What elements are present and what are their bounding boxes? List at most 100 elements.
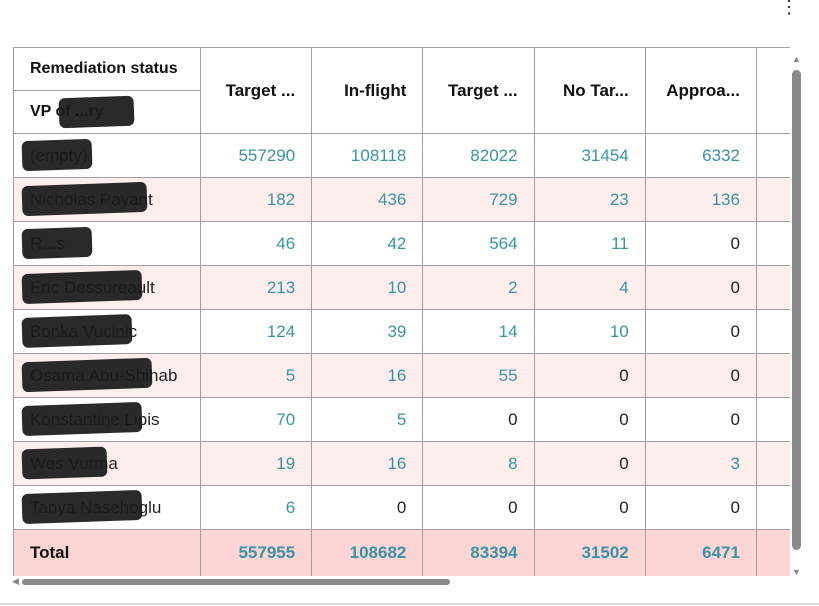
table-cell[interactable]: 70 <box>199 397 313 442</box>
table-cell[interactable]: 42 <box>311 221 424 266</box>
table-cell[interactable]: 7 <box>755 133 790 178</box>
row-label: Wes Vurma <box>13 441 201 486</box>
vertical-scrollbar[interactable] <box>792 70 801 550</box>
table-cell <box>755 441 790 486</box>
column-header[interactable]: Target ... <box>199 47 313 134</box>
scroll-up-icon[interactable]: ▲ <box>792 54 801 64</box>
table-cell: 0 <box>644 265 757 310</box>
table-cell[interactable]: 16 <box>311 353 424 398</box>
table-cell[interactable]: 11 <box>533 221 646 266</box>
table-cell[interactable]: 39 <box>311 309 424 354</box>
table-cell[interactable]: 5 <box>199 353 313 398</box>
table-cell[interactable]: 31454 <box>533 133 646 178</box>
table-cell <box>755 309 790 354</box>
table-cell <box>755 221 790 266</box>
total-cell[interactable]: 31502 <box>533 529 646 576</box>
table-cell[interactable]: 8 <box>422 441 535 486</box>
total-cell[interactable]: 6471 <box>644 529 757 576</box>
redaction-mark <box>21 446 108 480</box>
table-cell[interactable]: 23 <box>533 177 646 222</box>
table-cell[interactable]: 729 <box>422 177 535 222</box>
redaction-mark <box>21 269 143 305</box>
row-label: Tanya Nasehoglu <box>13 485 201 530</box>
table-cell: 0 <box>422 397 535 442</box>
row-header-vp: VP of ...ry <box>13 90 201 134</box>
table-cell <box>755 265 790 310</box>
table-row: Osama Abu-Shihab5165500 <box>13 353 790 398</box>
table-cell[interactable]: 82022 <box>422 133 535 178</box>
table-cell <box>755 397 790 442</box>
table-row: Bonka Vucinic1243914100 <box>13 309 790 354</box>
scroll-left-icon[interactable]: ◀ <box>12 576 19 587</box>
table-row: Wes Vurma1916803 <box>13 441 790 486</box>
table-cell[interactable]: 14 <box>422 309 535 354</box>
column-header[interactable]: Approa... <box>644 47 757 134</box>
row-label: (empty) <box>13 133 201 178</box>
table-cell[interactable]: 6 <box>199 485 313 530</box>
table-cell: 0 <box>644 397 757 442</box>
table-row: (empty)557290108118820223145463327 <box>13 133 790 178</box>
table-cell: 0 <box>533 485 646 530</box>
column-header[interactable]: Target ... <box>422 47 535 134</box>
divider <box>0 603 819 605</box>
table-cell[interactable]: 55 <box>422 353 535 398</box>
table-cell[interactable]: 10 <box>311 265 424 310</box>
table-cell[interactable]: 564 <box>422 221 535 266</box>
table-cell[interactable]: 213 <box>199 265 313 310</box>
table-cell: 0 <box>533 353 646 398</box>
redaction-mark <box>21 314 133 348</box>
redaction-mark <box>21 489 143 525</box>
redaction-mark <box>21 226 93 260</box>
table-cell <box>755 485 790 530</box>
horizontal-scrollbar[interactable] <box>22 579 450 585</box>
pivot-table: Remediation status Target ... In-flight Tar… <box>13 47 790 576</box>
total-cell[interactable]: 7 <box>755 529 790 576</box>
table-cell[interactable]: 182 <box>199 177 313 222</box>
table-row: Eric Dessureault21310240 <box>13 265 790 310</box>
table-cell: 0 <box>644 353 757 398</box>
table-cell[interactable]: 557290 <box>199 133 313 178</box>
table-cell[interactable]: 5 <box>311 397 424 442</box>
total-label: Total <box>13 529 201 576</box>
table-cell[interactable]: 10 <box>533 309 646 354</box>
total-row: Total557955108682833943150264717 <box>13 529 790 576</box>
table-cell[interactable]: 124 <box>199 309 313 354</box>
table-cell[interactable]: 436 <box>311 177 424 222</box>
scroll-down-icon[interactable]: ▼ <box>792 567 801 577</box>
table-row: Nicholas Payant18243672923136 <box>13 177 790 222</box>
row-label: Osama Abu-Shihab <box>13 353 201 398</box>
table-cell[interactable]: 19 <box>199 441 313 486</box>
table-cell <box>755 177 790 222</box>
total-cell[interactable]: 108682 <box>311 529 424 576</box>
table-cell[interactable]: 136 <box>644 177 757 222</box>
table-row: R...s4642564110 <box>13 221 790 266</box>
more-options-icon[interactable]: ⋮ <box>780 0 798 20</box>
table-cell[interactable]: 2 <box>422 265 535 310</box>
row-label: Bonka Vucinic <box>13 309 201 354</box>
table-cell[interactable]: 16 <box>311 441 424 486</box>
total-cell[interactable]: 83394 <box>422 529 535 576</box>
table-cell <box>755 353 790 398</box>
table-cell[interactable]: 4 <box>533 265 646 310</box>
column-header-remediation-status: Remediation status <box>13 47 201 91</box>
table-cell[interactable]: 46 <box>199 221 313 266</box>
table-cell: 0 <box>644 485 757 530</box>
total-cell[interactable]: 557955 <box>199 529 313 576</box>
column-header[interactable]: Tot <box>755 47 790 134</box>
table-cell[interactable]: 108118 <box>311 133 424 178</box>
table-cell: 0 <box>422 485 535 530</box>
redaction-mark <box>21 138 93 172</box>
row-label: R...s <box>13 221 201 266</box>
table-cell: 0 <box>311 485 424 530</box>
row-label: Konstantine Lipis <box>13 397 201 442</box>
pivot-table-container: Remediation status Target ... In-flight Tar… <box>13 47 790 576</box>
redaction-mark <box>21 181 148 217</box>
column-header[interactable]: No Tar... <box>533 47 646 134</box>
table-cell: 0 <box>644 309 757 354</box>
row-label: Eric Dessureault <box>13 265 201 310</box>
table-cell[interactable]: 6332 <box>644 133 757 178</box>
table-cell[interactable]: 3 <box>644 441 757 486</box>
table-row: Konstantine Lipis705000 <box>13 397 790 442</box>
redaction-mark <box>21 401 143 437</box>
column-header[interactable]: In-flight <box>311 47 424 134</box>
